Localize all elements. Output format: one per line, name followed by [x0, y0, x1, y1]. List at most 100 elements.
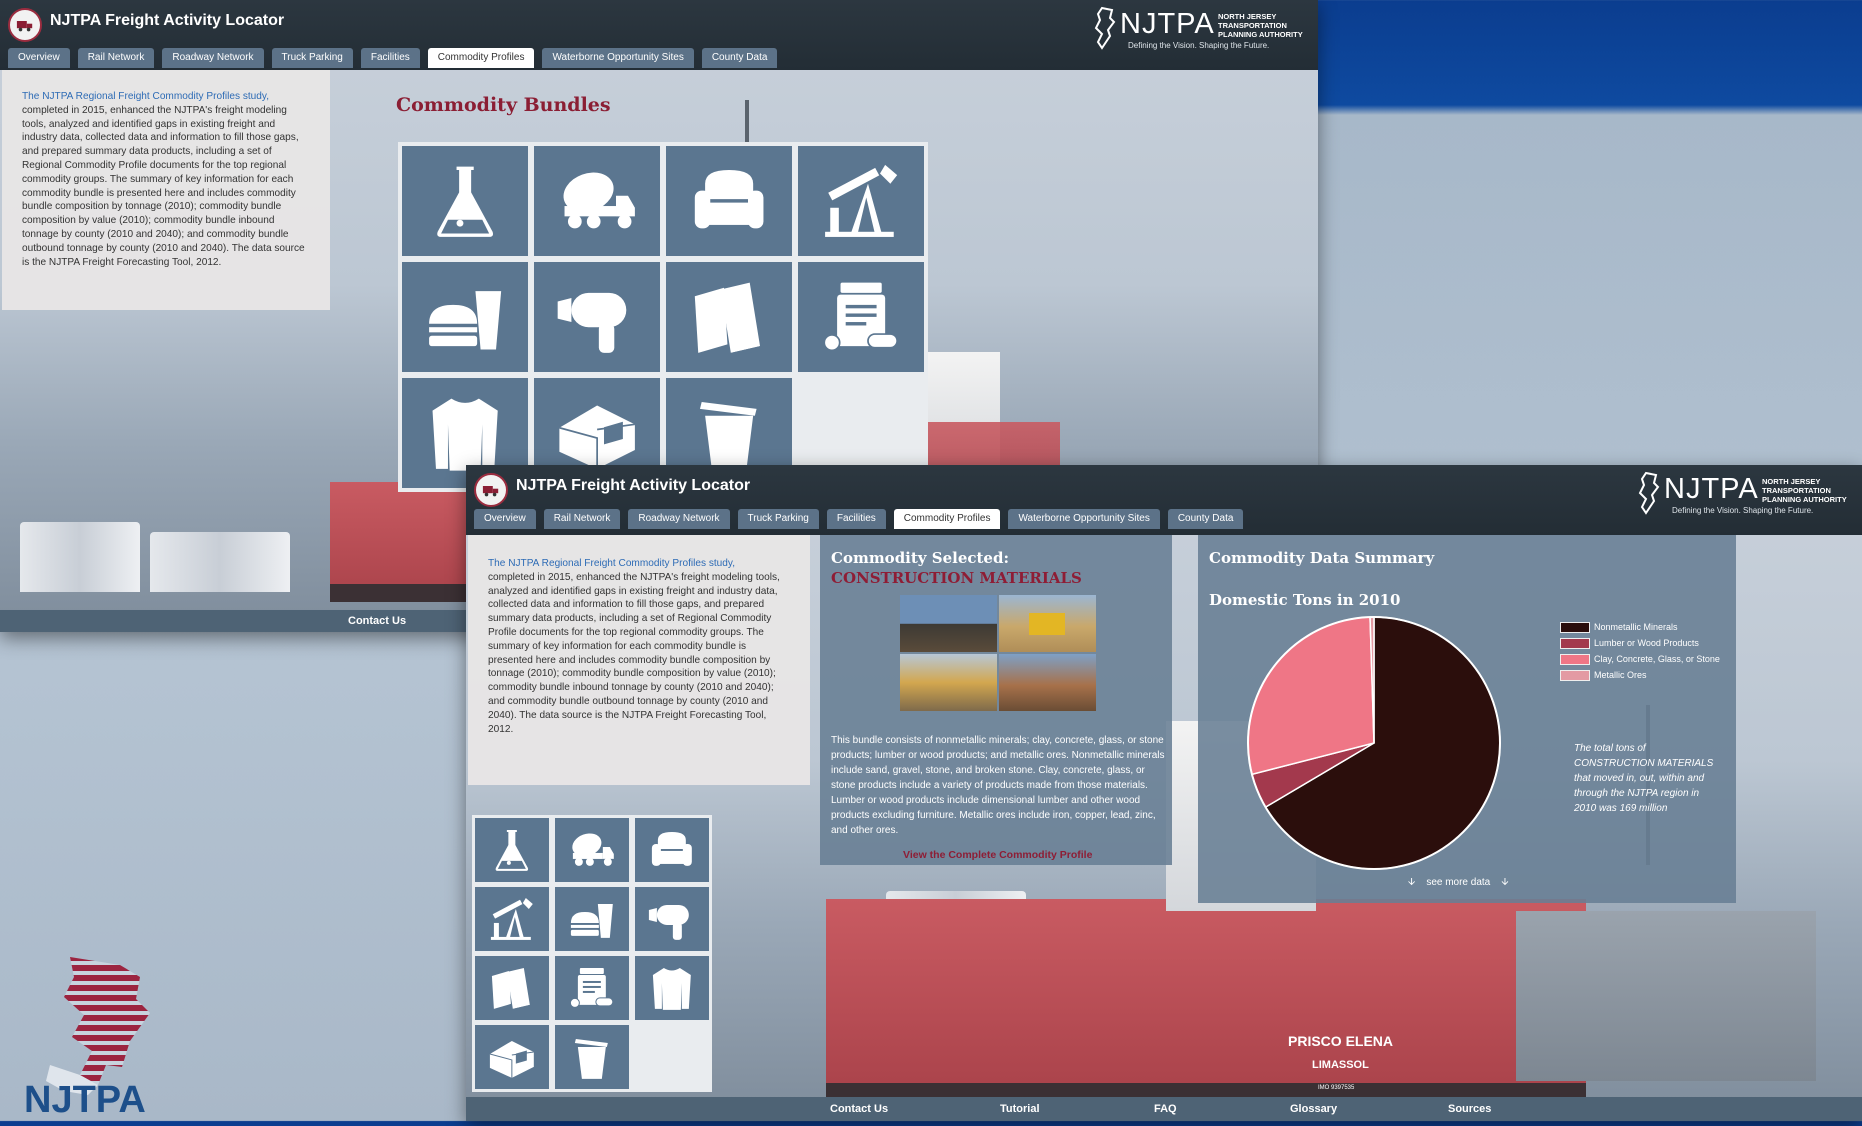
view-profile-link[interactable]: View the Complete Commodity Profile — [903, 849, 1092, 861]
chart-title: Domestic Tons in 2010 — [1209, 591, 1401, 609]
legend-item: Lumber or Wood Products — [1560, 635, 1720, 651]
arrow-down-icon: 🡫 — [1501, 877, 1509, 888]
legend-label: Nonmetallic Minerals — [1594, 622, 1678, 632]
footer-link-sources[interactable]: Sources — [1448, 1103, 1491, 1115]
books-icon — [666, 262, 792, 372]
commodity-tile-medicine[interactable] — [555, 956, 629, 1020]
tab-overview[interactable]: Overview — [474, 509, 536, 529]
commodity-selected-name: CONSTRUCTION MATERIALS — [831, 569, 1082, 587]
commodity-tile-burger-drink[interactable] — [555, 887, 629, 951]
top-bar: NJTPA Freight Activity Locator NJTPA NOR… — [0, 0, 1318, 70]
commodity-bundles-title: Commodity Bundles — [396, 94, 611, 116]
footer-link-contact-us[interactable]: Contact Us — [830, 1103, 888, 1115]
commodity-tile-trash-can[interactable] — [555, 1025, 629, 1089]
njtpa-corner-logo: NJTPA — [10, 955, 170, 1121]
oil-pump-icon — [475, 887, 549, 951]
commodity-tile-books[interactable] — [666, 262, 792, 372]
tab-county-data[interactable]: County Data — [1167, 509, 1244, 529]
nav-tabs: Overview Rail Network Roadway Network Tr… — [8, 48, 778, 68]
legend-swatch — [1560, 653, 1590, 665]
commodity-grid — [472, 815, 712, 1092]
intro-panel: The NJTPA Regional Freight Commodity Pro… — [2, 70, 330, 310]
commodity-tile-cement-truck[interactable] — [534, 146, 660, 256]
commodity-selected-panel: Commodity Selected: CONSTRUCTION MATERIA… — [820, 535, 1172, 865]
see-more-data[interactable]: 🡫 see more data 🡫 — [1408, 875, 1509, 892]
commodity-tile-burger-drink[interactable] — [402, 262, 528, 372]
njtpa-brand-logo: NJTPA NORTH JERSEY TRANSPORTATION PLANNING… — [1636, 471, 1856, 517]
legend-label: Clay, Concrete, Glass, or Stone — [1594, 654, 1720, 664]
burger-drink-icon — [555, 887, 629, 951]
books-icon — [475, 956, 549, 1020]
commodity-tile-warehouse[interactable] — [475, 1025, 549, 1089]
tab-truck-parking[interactable]: Truck Parking — [271, 48, 353, 68]
commodity-pie-chart — [1247, 616, 1501, 870]
cement-truck-icon — [534, 146, 660, 256]
construction-photo — [900, 595, 997, 652]
commodity-tile-flask[interactable] — [402, 146, 528, 256]
nj-state-icon — [1638, 471, 1660, 515]
tab-roadway-network[interactable]: Roadway Network — [162, 48, 264, 68]
intro-panel: The NJTPA Regional Freight Commodity Pro… — [468, 535, 810, 785]
tab-commodity-profiles[interactable]: Commodity Profiles — [427, 48, 535, 68]
tab-overview[interactable]: Overview — [8, 48, 70, 68]
tab-rail-network[interactable]: Rail Network — [543, 509, 621, 529]
chart-legend: Nonmetallic Minerals Lumber or Wood Produ… — [1560, 619, 1720, 683]
footer-link-tutorial[interactable]: Tutorial — [1000, 1103, 1040, 1115]
contact-us-link[interactable]: Contact Us — [348, 615, 406, 627]
commodity-tile-medicine[interactable] — [798, 262, 924, 372]
tab-county-data[interactable]: County Data — [701, 48, 778, 68]
footer-link-faq[interactable]: FAQ — [1154, 1103, 1177, 1115]
tab-rail-network[interactable]: Rail Network — [77, 48, 155, 68]
tab-facilities[interactable]: Facilities — [360, 48, 420, 68]
study-link[interactable]: The NJTPA Regional Freight Commodity Pro… — [22, 91, 269, 102]
study-link[interactable]: The NJTPA Regional Freight Commodity Pro… — [488, 558, 735, 569]
legend-item: Clay, Concrete, Glass, or Stone — [1560, 651, 1720, 667]
commodity-tile-armchair[interactable] — [666, 146, 792, 256]
tab-roadway-network[interactable]: Roadway Network — [628, 509, 730, 529]
legend-swatch — [1560, 621, 1590, 633]
app-window-front: PRISCO ELENA LIMASSOL IMO 9397535 NJTPA … — [466, 465, 1862, 1121]
medicine-icon — [798, 262, 924, 372]
truck-logo-icon — [8, 8, 42, 42]
commodity-tile-hair-dryer[interactable] — [635, 887, 709, 951]
legend-item: Metallic Ores — [1560, 667, 1720, 683]
commodity-tile-armchair[interactable] — [635, 818, 709, 882]
tab-waterborne-sites[interactable]: Waterborne Opportunity Sites — [1008, 509, 1160, 529]
top-bar: NJTPA Freight Activity Locator NJTPA NOR… — [466, 465, 1862, 535]
burger-drink-icon — [402, 262, 528, 372]
nav-tabs: Overview Rail Network Roadway Network Tr… — [474, 509, 1244, 529]
commodity-tile-oil-pump[interactable] — [475, 887, 549, 951]
tab-facilities[interactable]: Facilities — [826, 509, 886, 529]
ship-name: PRISCO ELENA — [1288, 1033, 1394, 1049]
footer-link-glossary[interactable]: Glossary — [1290, 1103, 1337, 1115]
flask-icon — [475, 818, 549, 882]
house-frame-photo — [999, 654, 1096, 711]
commodity-tile-shirt[interactable] — [635, 956, 709, 1020]
tab-waterborne-sites[interactable]: Waterborne Opportunity Sites — [542, 48, 694, 68]
summary-heading: Commodity Data Summary — [1209, 549, 1435, 567]
commodity-tile-hair-dryer[interactable] — [534, 262, 660, 372]
legend-label: Lumber or Wood Products — [1594, 638, 1699, 648]
njtpa-brand-logo: NJTPA NORTH JERSEY TRANSPORTATION PLANNING… — [1092, 6, 1312, 52]
trash-can-icon — [555, 1025, 629, 1089]
commodity-tile-books[interactable] — [475, 956, 549, 1020]
legend-item: Nonmetallic Minerals — [1560, 619, 1720, 635]
legend-swatch — [1560, 637, 1590, 649]
intro-text: completed in 2015, enhanced the NJTPA's … — [22, 104, 305, 268]
commodity-grid — [398, 142, 928, 492]
summary-note: The total tons of CONSTRUCTION MATERIALS… — [1574, 743, 1714, 814]
tab-truck-parking[interactable]: Truck Parking — [737, 509, 819, 529]
flask-icon — [402, 146, 528, 256]
commodity-tile-cement-truck[interactable] — [555, 818, 629, 882]
lumber-photo — [900, 654, 997, 711]
commodity-tile-flask[interactable] — [475, 818, 549, 882]
commodity-tile-oil-pump[interactable] — [798, 146, 924, 256]
truck-logo-icon — [474, 473, 508, 507]
corner-logo-text: NJTPA — [24, 1079, 146, 1121]
commodity-data-summary-panel: Commodity Data Summary Domestic Tons in … — [1198, 535, 1736, 903]
cement-truck-icon — [555, 818, 629, 882]
ship-imo: IMO 9397535 — [1318, 1085, 1355, 1091]
nj-state-icon — [1094, 6, 1116, 50]
hair-dryer-icon — [534, 262, 660, 372]
tab-commodity-profiles[interactable]: Commodity Profiles — [893, 509, 1001, 529]
